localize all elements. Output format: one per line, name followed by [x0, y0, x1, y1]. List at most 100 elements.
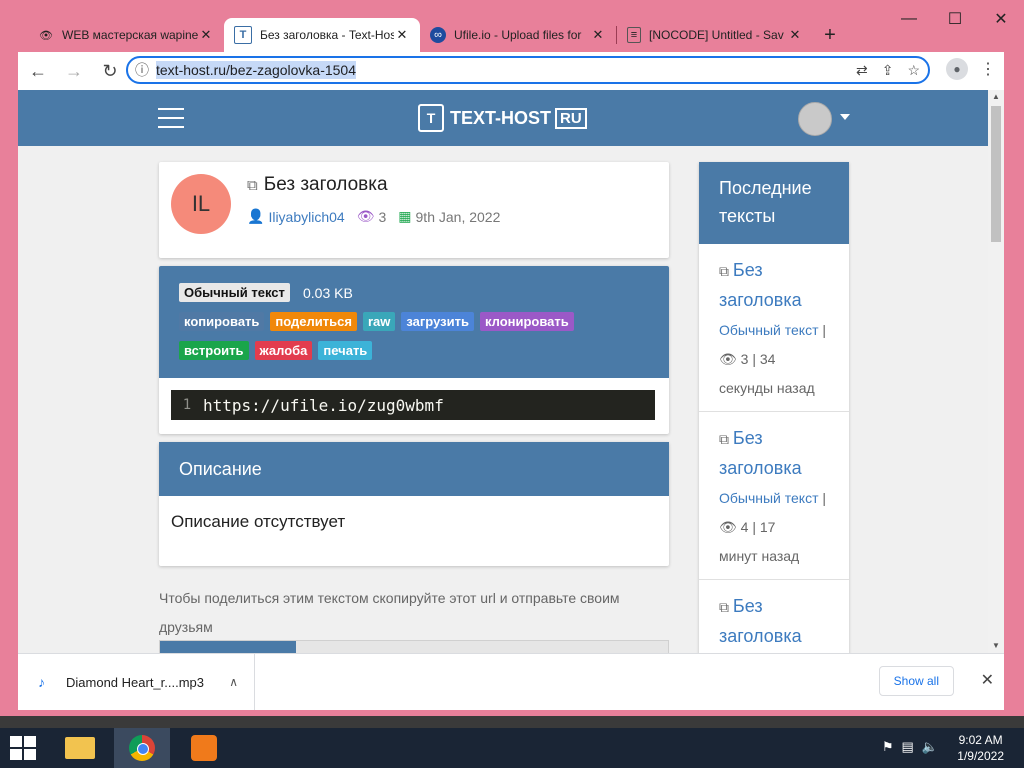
- tab-strip: 👁 WEB мастерская wapinet ✕ T Без заголов…: [28, 18, 847, 52]
- code-block[interactable]: 1 https://ufile.io/zug0wbmf: [171, 390, 655, 420]
- file-size: 0.03 KB: [303, 285, 353, 301]
- recent-title[interactable]: Без заголовка: [719, 596, 802, 646]
- system-clock[interactable]: 9:02 AM 1/9/2022: [957, 732, 1004, 764]
- tab-text-host[interactable]: T Без заголовка - Text-Host ✕: [224, 18, 420, 52]
- chevron-up-icon[interactable]: ∧: [229, 675, 238, 689]
- download-item[interactable]: ♪ Diamond Heart_r....mp3 ∧: [18, 654, 255, 710]
- embed-button[interactable]: встроить: [179, 341, 249, 360]
- profile-icon[interactable]: ●: [946, 58, 968, 80]
- calendar-icon: ▦: [398, 208, 412, 224]
- recent-title[interactable]: Без заголовка: [719, 260, 802, 310]
- close-tab-icon[interactable]: ✕: [590, 27, 606, 43]
- author-link[interactable]: Iliyabylich04: [268, 209, 344, 225]
- user-avatar[interactable]: [798, 102, 832, 136]
- show-all-button[interactable]: Show all: [878, 666, 954, 696]
- menu-kebab-icon[interactable]: ⋮: [980, 59, 996, 79]
- page-scrollbar[interactable]: ▲ ▼: [988, 90, 1004, 653]
- close-tab-icon[interactable]: ✕: [198, 27, 214, 43]
- recent-sep: |: [822, 490, 827, 506]
- sidebar-heading: Последние тексты: [699, 162, 849, 244]
- url-text[interactable]: text-host.ru/bez-zagolovka-1504: [156, 61, 356, 79]
- window-controls: — ☐ ✕: [886, 0, 1024, 38]
- minimize-button[interactable]: —: [886, 0, 932, 38]
- tab-wapinet[interactable]: 👁 WEB мастерская wapinet ✕: [28, 18, 224, 52]
- share-url-field[interactable]: [159, 640, 669, 653]
- site-info-icon[interactable]: ⓘ: [128, 60, 156, 80]
- maximize-button[interactable]: ☐: [932, 0, 978, 38]
- tab-nocode[interactable]: ≡ [NOCODE] Untitled - Sav ✕: [617, 18, 813, 52]
- new-tab-button[interactable]: +: [813, 18, 847, 52]
- logo-mark-icon: T: [418, 104, 444, 132]
- music-file-icon: ♪: [38, 674, 45, 690]
- scroll-thumb[interactable]: [991, 106, 1001, 242]
- description-body: Описание отсутствует: [171, 512, 346, 531]
- recent-views: 3: [740, 351, 749, 367]
- code-content[interactable]: https://ufile.io/zug0wbmf: [203, 396, 444, 415]
- bookmark-star-icon[interactable]: ☆: [907, 62, 920, 79]
- recent-time: минут назад: [719, 548, 800, 564]
- share-button[interactable]: поделиться: [270, 312, 357, 331]
- recent-title[interactable]: Без заголовка: [719, 428, 802, 478]
- description-card: Описание Описание отсутствует: [159, 442, 669, 566]
- views-count: 3: [378, 208, 387, 225]
- report-button[interactable]: жалоба: [254, 341, 313, 360]
- network-icon[interactable]: ▤: [902, 739, 914, 755]
- share-hint: Чтобы поделиться этим текстом скопируйте…: [159, 590, 620, 635]
- clock-date: 1/9/2022: [957, 749, 1004, 763]
- close-tab-icon[interactable]: ✕: [787, 27, 803, 43]
- windows-start-icon[interactable]: [10, 736, 36, 760]
- page-favicon-icon: ≡: [627, 27, 641, 43]
- scroll-down-icon[interactable]: ▼: [988, 639, 1004, 653]
- share-url-fill: [160, 641, 296, 653]
- recent-item[interactable]: ⧉ Без заголовка Обычный текст | 👁 3 | 34…: [699, 244, 849, 412]
- chrome-icon[interactable]: [114, 728, 170, 768]
- recent-chars: 17: [759, 519, 776, 535]
- caret-down-icon[interactable]: [840, 114, 850, 120]
- forward-button[interactable]: →: [58, 55, 90, 87]
- recent-category[interactable]: Обычный текст: [719, 490, 819, 506]
- translate-icon[interactable]: ⇄: [856, 62, 868, 79]
- recent-category[interactable]: Обычный текст: [719, 322, 819, 338]
- recent-item[interactable]: ⧉ Без заголовка Обычный текст | 👁 4 | 17…: [699, 412, 849, 580]
- action-buttons-row2: встроить жалоба печать: [179, 341, 373, 360]
- reload-button[interactable]: ↻: [94, 55, 126, 87]
- volume-icon[interactable]: 🔈: [922, 739, 938, 755]
- eye-icon: 👁: [719, 519, 737, 535]
- print-button[interactable]: печать: [318, 341, 373, 360]
- post-date: 9th Jan, 2022: [415, 208, 501, 225]
- download-filename[interactable]: Diamond Heart_r....mp3: [66, 675, 229, 690]
- user-icon: 👤: [247, 208, 265, 224]
- copy-button[interactable]: копировать: [179, 312, 265, 331]
- recent-item[interactable]: ⧉ Без заголовка: [699, 580, 849, 653]
- scroll-up-icon[interactable]: ▲: [988, 90, 1004, 104]
- raw-button[interactable]: raw: [362, 312, 396, 331]
- post-header-card: IL ⧉ Без заголовка 👤 Iliyabylich04 👁 3 ▦…: [159, 162, 669, 258]
- back-button[interactable]: ←: [22, 55, 54, 87]
- text-type-badge: Обычный текст: [179, 283, 290, 302]
- close-tab-icon[interactable]: ✕: [394, 27, 410, 43]
- code-card: Обычный текст 0.03 KB копировать поделит…: [159, 266, 669, 434]
- author-avatar: IL: [171, 174, 231, 234]
- file-explorer-icon[interactable]: [52, 728, 108, 768]
- close-window-button[interactable]: ✕: [978, 0, 1024, 38]
- post-title: ⧉ Без заголовка: [247, 174, 388, 196]
- share-icon[interactable]: ⇪: [882, 62, 894, 79]
- address-bar[interactable]: ⓘ text-host.ru/bez-zagolovka-1504 ⇄ ⇪ ☆: [126, 56, 930, 84]
- fl-studio-icon[interactable]: [176, 728, 232, 768]
- download-shelf: ♪ Diamond Heart_r....mp3 ∧ Show all ✕: [18, 653, 1004, 710]
- recent-texts-sidebar: Последние тексты ⧉ Без заголовка Обычный…: [699, 162, 849, 653]
- close-icon[interactable]: ✕: [981, 670, 994, 690]
- flag-icon[interactable]: ⚑: [882, 739, 894, 755]
- logo-text: TEXT-HOST: [450, 107, 552, 128]
- system-tray: ⚑ ▤ 🔈: [882, 739, 938, 755]
- tab-ufile[interactable]: ∞ Ufile.io - Upload files for ✕: [420, 18, 616, 52]
- tab-title: WEB мастерская wapinet: [62, 28, 198, 42]
- recent-views: 4: [740, 519, 749, 535]
- clone-button[interactable]: клонировать: [479, 312, 574, 331]
- site-logo[interactable]: T TEXT-HOST RU: [418, 104, 587, 132]
- tab-title: Ufile.io - Upload files for: [454, 28, 582, 42]
- hamburger-menu-icon[interactable]: [158, 108, 184, 128]
- tab-title: [NOCODE] Untitled - Sav: [649, 28, 784, 42]
- line-number: 1: [182, 397, 192, 413]
- download-button[interactable]: загрузить: [401, 312, 474, 331]
